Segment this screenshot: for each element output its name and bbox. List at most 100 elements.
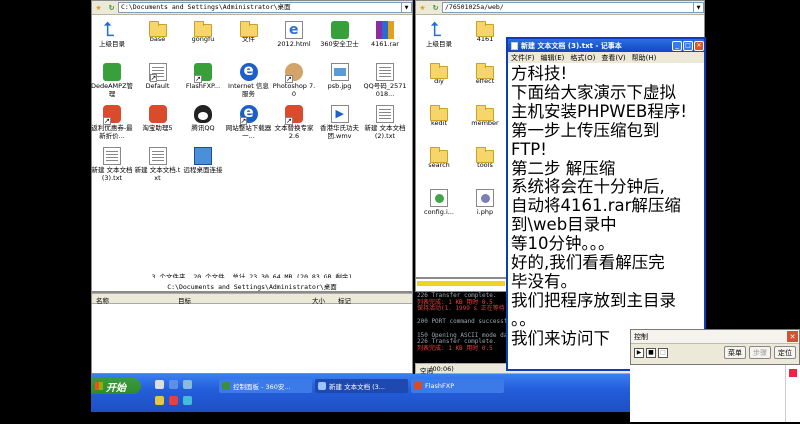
file-item[interactable]: 新建 文本文档.txt (135, 147, 181, 182)
col-mark[interactable]: 标记 (338, 295, 351, 305)
file-item[interactable]: QQ号码_2571018... (362, 63, 408, 98)
file-item[interactable]: DedeAMPZ管理 (89, 63, 135, 98)
menu-button[interactable]: 菜单 (724, 346, 746, 359)
taskbar-task[interactable]: 控制面板 - 360安... (219, 379, 312, 393)
task-list: 控制面板 - 360安... 新建 文本文档 (3... FlashFXP (219, 379, 630, 395)
media-icon[interactable] (183, 380, 192, 389)
text-file-icon (376, 105, 394, 123)
file-item[interactable]: tools (462, 147, 508, 170)
file-item-label: 腾讯QQ (191, 124, 215, 132)
pause-icon[interactable]: ■ (646, 347, 656, 358)
close-icon[interactable]: ✕ (694, 40, 704, 51)
ie-icon[interactable] (169, 380, 178, 389)
col-size[interactable]: 大小 (312, 295, 325, 305)
menu-format[interactable]: 格式(O) (570, 53, 595, 63)
desktop-icon[interactable] (183, 396, 192, 405)
file-item[interactable]: gongfu (180, 21, 226, 44)
locate-button[interactable]: 定位 (774, 346, 796, 359)
file-item[interactable]: search (416, 147, 462, 170)
col-name[interactable]: 名称 (96, 295, 109, 305)
file-item[interactable]: config.i... (416, 189, 462, 217)
start-button[interactable]: 开始 (91, 378, 141, 394)
file-item[interactable]: 新建 文本文档 (2).txt (362, 105, 408, 140)
file-item-label: 新建 文本文档.txt (134, 166, 181, 182)
file-item[interactable]: psb.jpg (317, 63, 363, 91)
up-folder-icon[interactable]: ★ (93, 2, 104, 13)
taobao-icon (148, 105, 167, 123)
chevron-down-icon[interactable]: ▼ (402, 2, 412, 13)
close-icon[interactable]: ✕ (787, 331, 798, 342)
notepad-line: FTP! (511, 139, 547, 159)
app-shortcut-icon (103, 105, 121, 125)
control-title-bar[interactable]: 控制 ✕ (631, 330, 799, 344)
step-button[interactable]: 步骤 (749, 346, 771, 359)
file-item[interactable]: 远程桌面连接 (180, 147, 226, 175)
tool-icon[interactable] (155, 396, 164, 405)
file-item[interactable]: 4161.rar (362, 21, 408, 49)
file-item-label: Internet 信息服务 (228, 82, 269, 98)
menu-view[interactable]: 查看(V) (601, 53, 625, 63)
taskbar-task[interactable]: 新建 文本文档 (3... (315, 379, 408, 393)
notepad-line: 等10分钟。。。 (511, 234, 615, 254)
file-item-label: member (471, 119, 499, 127)
file-item[interactable]: 文本替换专家 2.6 (271, 105, 317, 140)
notepad-line: 第二步 解压缩 (511, 158, 616, 178)
text-file-icon (148, 147, 167, 165)
file-item[interactable]: 4161 (462, 21, 508, 44)
file-item[interactable]: 新建 文本文档 (3).txt (89, 147, 135, 182)
ie-icon (239, 61, 258, 81)
file-item[interactable]: Photoshop 7.0 (271, 63, 317, 98)
mail-icon[interactable] (169, 396, 178, 405)
control-toolbar: ▶ ■ □ 菜单 步骤 定位 (631, 344, 799, 361)
file-item[interactable]: 腾讯QQ (180, 105, 226, 133)
file-item[interactable]: Internet 信息服务 (226, 61, 272, 98)
refresh-icon[interactable]: ↻ (430, 2, 441, 13)
record-icon[interactable]: ▶ (634, 347, 644, 358)
blank-panel (630, 365, 785, 422)
file-item[interactable]: base (135, 21, 181, 44)
right-path-input[interactable]: /76501025a/web/ (442, 2, 694, 13)
col-target[interactable]: 目标 (178, 295, 191, 305)
file-item[interactable]: 香港华氏功夫团.wmv (317, 105, 363, 140)
minimize-icon[interactable]: _ (672, 40, 682, 51)
start-label: 开始 (106, 382, 126, 394)
file-item-label: 4161 (476, 35, 494, 43)
file-item[interactable]: 2012.html (271, 21, 317, 49)
file-item[interactable]: 网站整站下载器一... (226, 103, 272, 140)
menu-help[interactable]: 帮助(H) (632, 53, 657, 63)
chevron-down-icon[interactable]: ▼ (694, 2, 704, 13)
file-item[interactable]: member (462, 105, 508, 128)
file-item[interactable]: diy (416, 63, 462, 86)
file-item[interactable]: 返利优惠券-最新折价... (89, 105, 135, 140)
taskbar-task[interactable]: FlashFXP (411, 379, 504, 393)
config-file-icon (430, 189, 448, 207)
log-line: 200 PORT command successful (417, 318, 507, 326)
file-item[interactable]: 文件 (226, 21, 272, 44)
stop-icon[interactable]: □ (658, 347, 668, 358)
file-item[interactable]: Default (135, 63, 181, 91)
notepad-text-area[interactable]: 方科技! 下面给大家演示下虚拟 主机安装PHPWEB程序! 第一步上传压缩包到 FTP!… (508, 63, 704, 351)
file-item-label: base (149, 35, 166, 43)
ftp-log: 226 Transfer complete. 列表完成: 1 KB 用时 0.5 保… (415, 292, 507, 363)
maximize-icon[interactable]: □ (683, 40, 693, 51)
file-item[interactable]: 上级目录 (416, 17, 462, 49)
file-item[interactable]: FlashFXP... (180, 63, 226, 91)
app-icon[interactable] (155, 380, 164, 389)
notepad-title-bar[interactable]: 新建 文本文档 (3).txt - 记事本 _ □ ✕ (508, 39, 704, 52)
rar-archive-icon (376, 21, 394, 39)
file-item[interactable]: 360安全卫士 (317, 21, 363, 49)
file-item[interactable]: 淘宝助理5 (135, 105, 181, 133)
file-item-label: 返利优惠券-最新折价... (91, 124, 133, 140)
shield-app-icon (330, 21, 349, 39)
file-item[interactable]: i.php (462, 189, 508, 217)
menu-file[interactable]: 文件(F) (511, 53, 535, 63)
up-folder-icon[interactable]: ★ (417, 2, 428, 13)
left-path-input[interactable]: C:\Documents and Settings\Administrator\… (118, 2, 402, 13)
notepad-line: 第一步上传压缩包到 (511, 120, 660, 140)
refresh-icon[interactable]: ↻ (106, 2, 117, 13)
file-item[interactable]: effect (462, 63, 508, 86)
file-item[interactable]: kedit (416, 105, 462, 128)
menu-edit[interactable]: 编辑(E) (541, 53, 565, 63)
file-item[interactable]: 上级目录 (89, 17, 135, 49)
folder-icon (194, 21, 212, 37)
